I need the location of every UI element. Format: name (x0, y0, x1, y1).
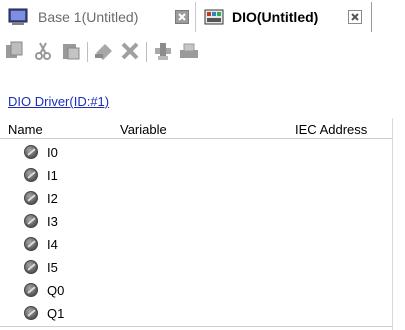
print-icon[interactable] (178, 40, 200, 62)
row-name: Q0 (47, 282, 65, 298)
dio-icon (204, 8, 224, 26)
table-row[interactable]: Q0 (24, 280, 64, 300)
add-icon[interactable] (93, 40, 115, 62)
row-name: I5 (47, 259, 58, 275)
io-pin-icon (24, 260, 38, 274)
insert-icon[interactable] (152, 40, 174, 62)
toolbar-separator (87, 42, 88, 62)
row-name: Q1 (47, 305, 65, 321)
tab-base1[interactable]: Base 1(Untitled) (0, 2, 196, 32)
toolbar-separator (146, 42, 147, 62)
delete-icon[interactable] (119, 40, 141, 62)
io-pin-icon (24, 283, 38, 297)
io-pin-icon (24, 191, 38, 205)
tab-dio[interactable]: DIO(Untitled) (196, 2, 372, 32)
tab-label: DIO(Untitled) (232, 9, 319, 25)
column-header-iec-address[interactable]: IEC Address (295, 122, 367, 137)
header-divider (0, 138, 392, 139)
row-name: I3 (47, 213, 58, 229)
row-name: I4 (47, 236, 58, 252)
paste-icon[interactable] (60, 40, 82, 62)
io-pin-icon (24, 306, 38, 320)
table-bottom-border (0, 326, 392, 327)
document-tab-strip: Base 1(Untitled) DIO(Untitled) (0, 0, 405, 34)
driver-link[interactable]: DIO Driver(ID:#1) (8, 94, 109, 109)
column-header-variable[interactable]: Variable (120, 122, 167, 137)
close-icon[interactable] (348, 10, 362, 24)
table-right-border (392, 118, 393, 330)
close-icon[interactable] (175, 10, 189, 24)
toolbar (0, 36, 405, 68)
table-row[interactable]: I3 (24, 211, 58, 231)
table-row[interactable]: I0 (24, 142, 58, 162)
screen-icon (8, 8, 28, 26)
table-row[interactable]: I5 (24, 257, 58, 277)
io-pin-icon (24, 214, 38, 228)
row-name: I0 (47, 144, 58, 160)
table-row[interactable]: Q1 (24, 303, 64, 323)
column-header-name[interactable]: Name (8, 122, 43, 137)
table-row[interactable]: I1 (24, 165, 58, 185)
table-row[interactable]: I4 (24, 234, 58, 254)
copy-icon[interactable] (4, 40, 26, 62)
row-name: I2 (47, 190, 58, 206)
table-row[interactable]: I2 (24, 188, 58, 208)
row-name: I1 (47, 167, 58, 183)
io-pin-icon (24, 168, 38, 182)
cut-icon[interactable] (32, 40, 54, 62)
tab-label: Base 1(Untitled) (38, 9, 139, 25)
io-pin-icon (24, 145, 38, 159)
io-pin-icon (24, 237, 38, 251)
